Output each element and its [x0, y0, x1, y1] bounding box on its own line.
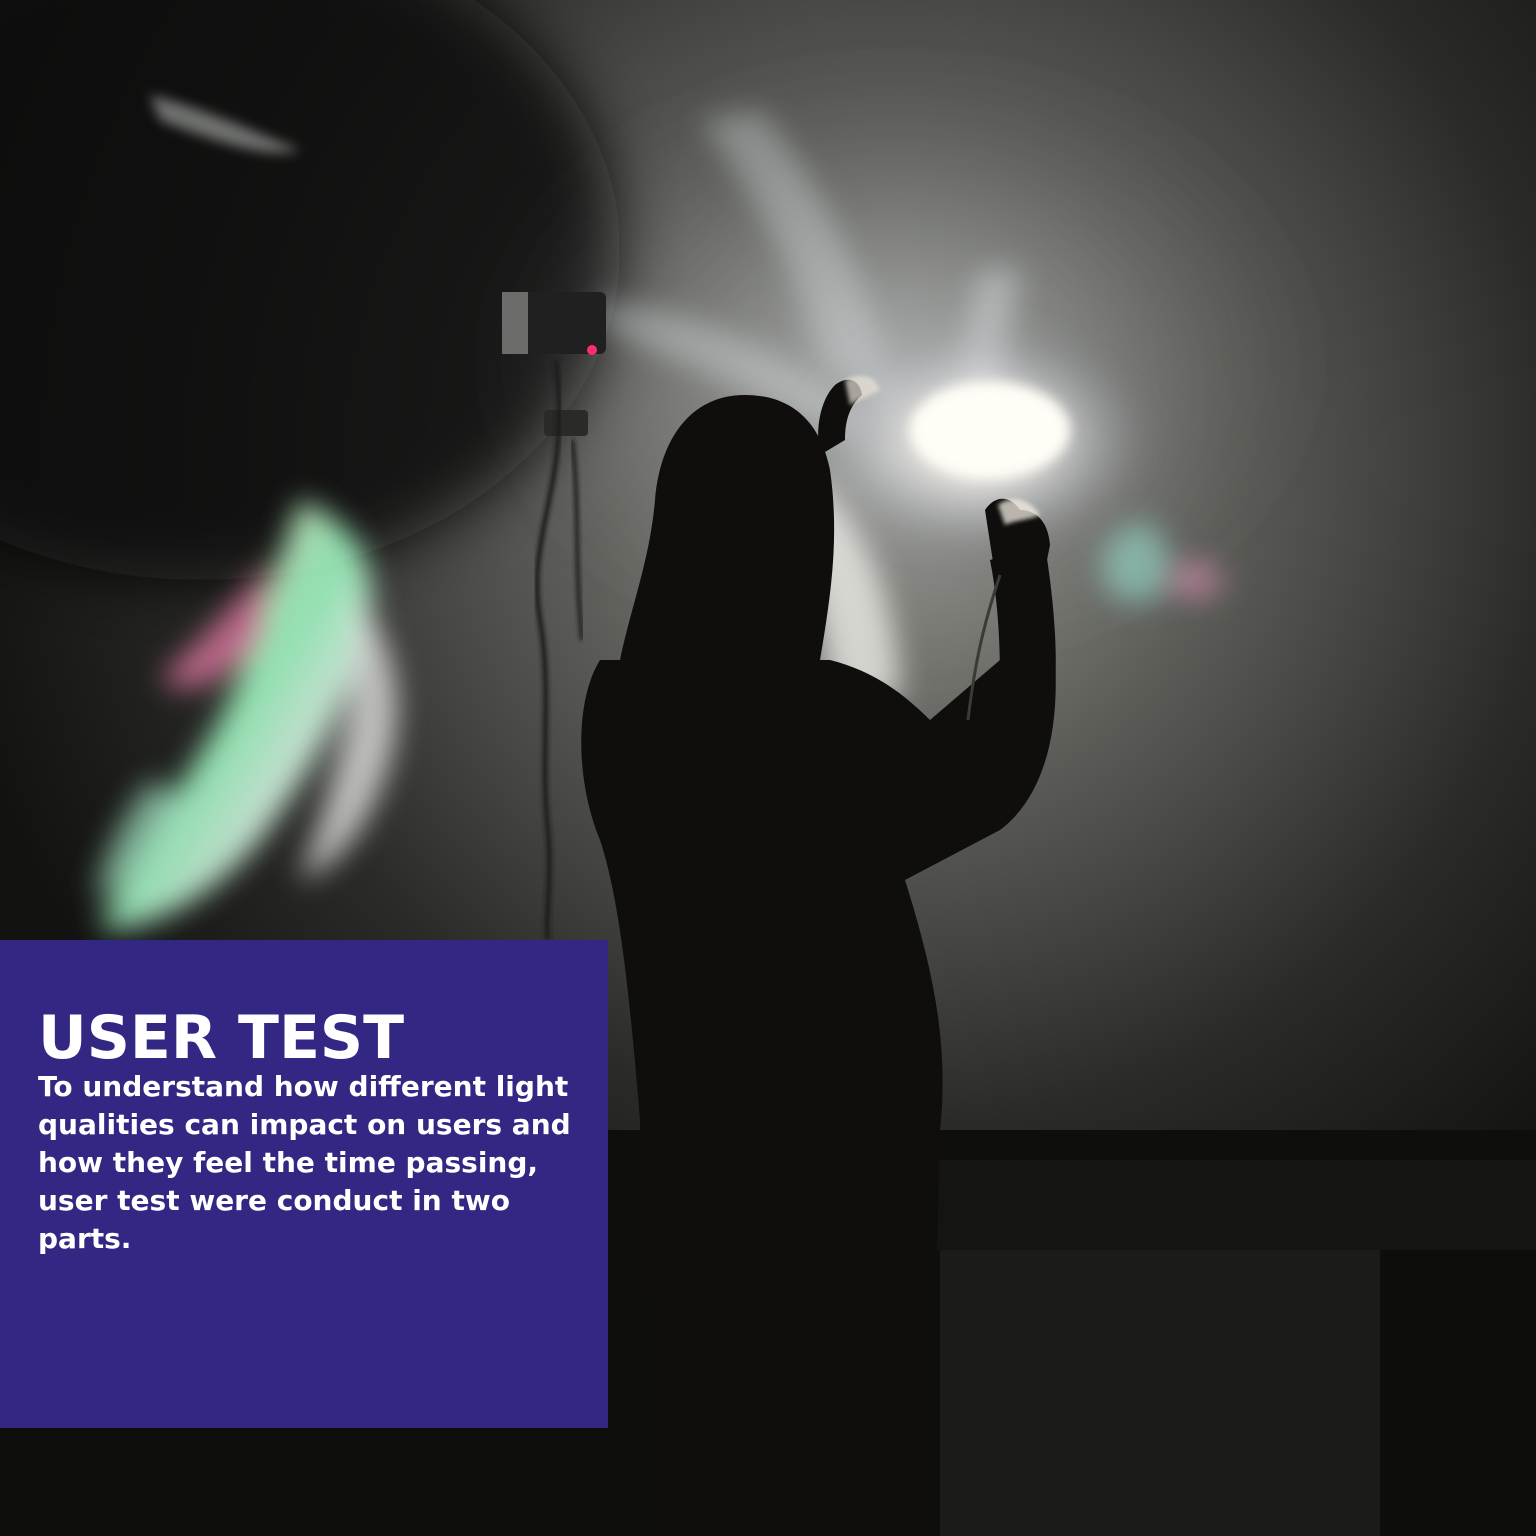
caption-title: USER TEST — [38, 1003, 405, 1073]
slide: USER TEST To understand how different li… — [0, 0, 1536, 1536]
caption-body: To understand how different light qualit… — [38, 1070, 571, 1255]
